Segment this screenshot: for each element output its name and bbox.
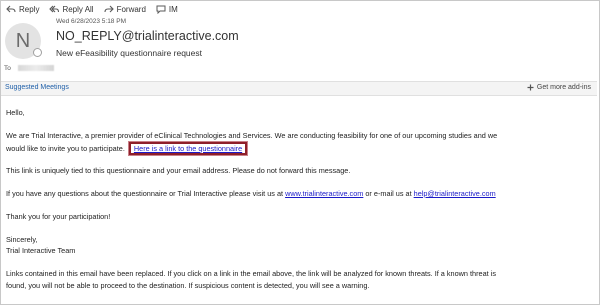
contact-text-pre: If you have any questions about the ques…	[6, 189, 284, 198]
sender-address[interactable]: NO_REPLY@trialinteractive.com	[56, 29, 239, 43]
reply-label: Reply	[19, 4, 40, 14]
forward-button[interactable]: Forward	[104, 4, 146, 14]
sent-date: Wed 6/28/2023 5:18 PM	[56, 18, 126, 25]
greeting: Hello,	[6, 108, 25, 117]
signature: Trial Interactive Team	[6, 246, 76, 255]
im-label: IM	[168, 4, 178, 14]
thanks-line: Thank you for your participation!	[6, 212, 111, 221]
message-toolbar: Reply Reply All Forward IM	[6, 2, 178, 16]
intro-line-1: We are Trial Interactive, a premier prov…	[6, 131, 498, 140]
presence-status-icon	[33, 48, 42, 57]
questionnaire-link[interactable]: Here is a link to the questionnaire	[134, 144, 242, 153]
suggested-meetings-link[interactable]: Suggested Meetings	[5, 84, 69, 91]
forward-label: Forward	[116, 4, 146, 14]
safelinks-warning-line-2: found, you will not be able to proceed t…	[6, 281, 370, 290]
support-email-link[interactable]: help@trialinteractive.com	[414, 189, 496, 198]
website-link[interactable]: www.trialinteractive.com	[285, 189, 363, 198]
email-subject: New eFeasibility questionnaire request	[56, 48, 202, 58]
reply-all-label: Reply All	[62, 4, 94, 14]
im-chat-icon	[156, 5, 166, 14]
contact-text-mid: or e-mail us at	[365, 189, 412, 198]
safelinks-warning-line-1: Links contained in this email have been …	[6, 269, 496, 278]
addins-bar: Suggested Meetings Get more add-ins	[1, 81, 597, 96]
get-more-addins-label: Get more add-ins	[536, 84, 591, 91]
reply-all-icon	[49, 5, 60, 13]
intro-line-2-text: would like to invite you to participate.	[6, 144, 125, 153]
to-label: To	[4, 65, 11, 72]
contact-line: If you have any questions about the ques…	[6, 188, 496, 199]
intro-line-2: would like to invite you to participate.…	[6, 142, 248, 155]
im-button[interactable]: IM	[156, 4, 178, 14]
plus-icon	[527, 84, 534, 91]
sign-off: Sincerely,	[6, 235, 38, 244]
avatar-initial: N	[15, 29, 31, 52]
recipient-redacted	[18, 65, 54, 71]
reply-all-button[interactable]: Reply All	[49, 4, 94, 14]
reply-icon	[6, 5, 16, 13]
forward-icon	[104, 5, 114, 13]
reply-button[interactable]: Reply	[6, 4, 39, 14]
questionnaire-link-highlight: Here is a link to the questionnaire	[128, 142, 248, 155]
link-notice: This link is uniquely tied to this quest…	[6, 166, 351, 175]
get-more-addins-button[interactable]: Get more add-ins	[527, 84, 591, 91]
